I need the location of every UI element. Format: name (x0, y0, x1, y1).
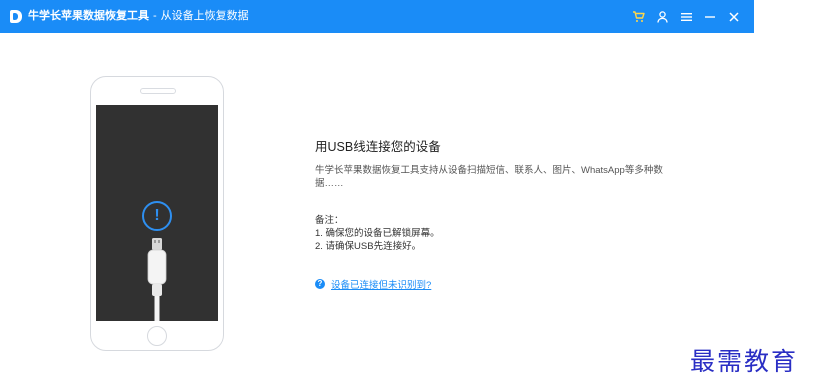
cart-icon[interactable] (626, 7, 650, 27)
connect-panel: 用USB线连接您的设备 牛学长苹果数据恢复工具支持从设备扫描短信、联系人、图片、… (315, 138, 675, 291)
window-title: 牛学长苹果数据恢复工具 - 从设备上恢复数据 (28, 9, 249, 23)
user-icon[interactable] (650, 7, 674, 27)
device-not-recognized-link[interactable]: ? 设备已连接但未识别到? (315, 277, 675, 291)
phone-speaker (140, 88, 176, 94)
notes-title: 备注： (315, 215, 344, 226)
connect-heading: 用USB线连接您的设备 (315, 140, 441, 154)
phone-home-button (147, 326, 167, 346)
menu-icon[interactable] (674, 7, 698, 27)
app-logo-icon (10, 10, 22, 23)
window-subtitle: 从设备上恢复数据 (160, 10, 249, 22)
note-item: 2. 请确保USB先连接好。 (315, 241, 422, 252)
title-separator: - (153, 10, 157, 22)
help-icon: ? (315, 279, 325, 289)
close-icon[interactable] (722, 7, 746, 27)
phone-screen: ! (96, 105, 218, 321)
title-bar: 牛学长苹果数据恢复工具 - 从设备上恢复数据 (0, 0, 754, 33)
help-link-text[interactable]: 设备已连接但未识别到? (331, 277, 431, 291)
lightning-cable-icon (147, 238, 167, 321)
connect-description: 牛学长苹果数据恢复工具支持从设备扫描短信、联系人、图片、WhatsApp等多种数… (315, 165, 663, 189)
watermark: 最需教育 (690, 347, 799, 376)
phone-illustration: ! (90, 76, 224, 351)
app-window: 牛学长苹果数据恢复工具 - 从设备上恢复数据 ! 用USB线连接您的设备 牛学长… (0, 0, 754, 389)
note-item: 1. 确保您的设备已解锁屏幕。 (315, 228, 440, 239)
app-name: 牛学长苹果数据恢复工具 (28, 10, 149, 22)
alert-icon: ! (142, 201, 172, 231)
minimize-icon[interactable] (698, 7, 722, 27)
window-controls (626, 7, 746, 27)
